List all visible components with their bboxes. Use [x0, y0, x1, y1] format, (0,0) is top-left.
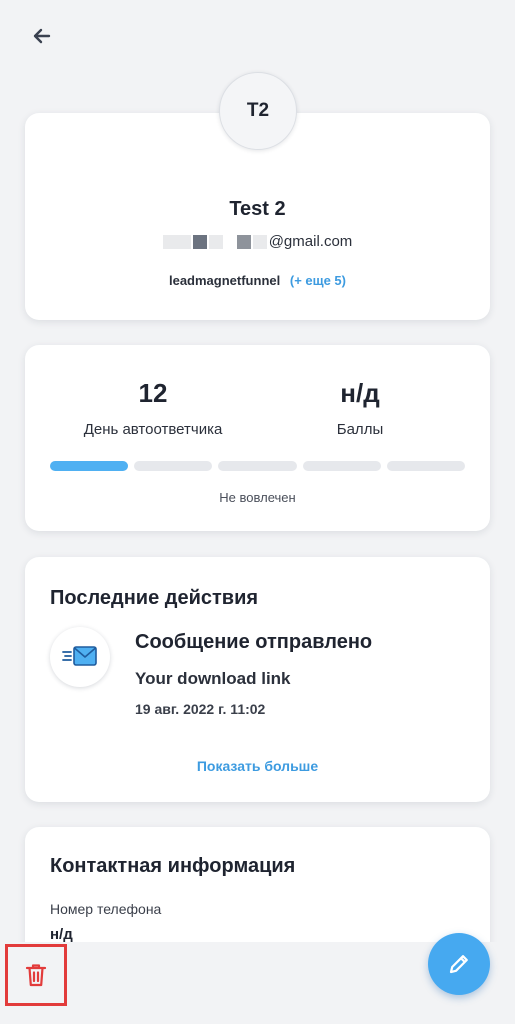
- autoresponder-day-label: День автоответчика: [83, 421, 223, 438]
- autoresponder-day-value: 12: [138, 378, 168, 408]
- activity-subject: Your download link: [135, 669, 291, 688]
- recent-activity-card: Последние действия Сообщение отправлено …: [25, 557, 490, 802]
- progress-segment-empty: [218, 461, 297, 471]
- more-tags-link[interactable]: (+ еще 5): [290, 273, 346, 288]
- show-more-link[interactable]: Показать больше: [25, 758, 490, 774]
- contact-email: @gmail.com: [25, 233, 490, 250]
- progress-segment-empty: [386, 461, 466, 471]
- email-redaction: [236, 234, 251, 249]
- tags-row: leadmagnetfunnel (+ еще 5): [25, 273, 490, 288]
- points-label: Баллы: [336, 421, 384, 438]
- progress-segment-filled: [50, 461, 129, 471]
- phone-label: Номер телефона: [50, 901, 162, 917]
- email-redaction: [208, 234, 223, 249]
- progress-segment-empty: [302, 461, 381, 471]
- activity-date: 19 авг. 2022 г. 11:02: [135, 701, 266, 717]
- email-domain: @gmail.com: [268, 233, 353, 250]
- edit-button[interactable]: [428, 933, 490, 995]
- pencil-icon: [449, 955, 468, 974]
- contact-info-title: Контактная информация: [50, 855, 296, 877]
- autoresponder-day-stat: 12 День автоответчика: [63, 378, 243, 438]
- contact-name: Test 2: [229, 198, 286, 220]
- engagement-status: Не вовлечен: [219, 490, 296, 505]
- delete-button[interactable]: [5, 944, 67, 1006]
- email-sent-icon: [62, 646, 97, 666]
- primary-tag: leadmagnetfunnel: [168, 273, 281, 288]
- activity-icon-badge: [50, 627, 110, 687]
- engagement-progress-bar: [50, 461, 466, 471]
- recent-activity-title: Последние действия: [50, 587, 259, 609]
- email-redaction: [252, 234, 267, 249]
- points-value: н/д: [340, 378, 380, 408]
- arrow-left-icon: [33, 28, 51, 44]
- progress-segment-empty: [134, 461, 213, 471]
- phone-value: н/д: [50, 926, 73, 943]
- email-redaction: [162, 234, 191, 249]
- points-stat: н/д Баллы: [290, 378, 430, 438]
- back-button[interactable]: [28, 22, 56, 50]
- trash-icon: [25, 964, 47, 987]
- stats-card: 12 День автоответчика н/д Баллы Не вовле…: [25, 345, 490, 531]
- email-redaction: [192, 234, 207, 249]
- activity-title: Сообщение отправлено: [135, 631, 373, 653]
- avatar: T2: [219, 72, 297, 150]
